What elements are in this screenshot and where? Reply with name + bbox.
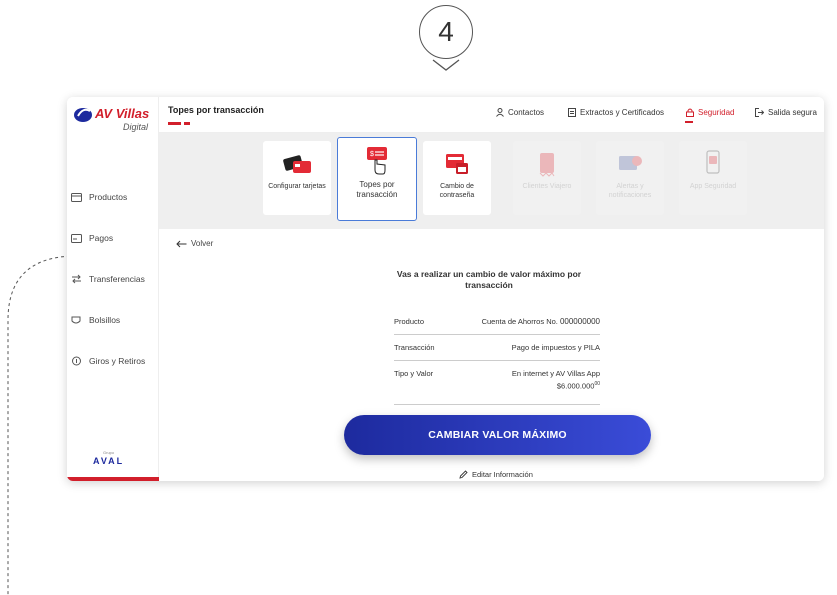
cards-config-icon bbox=[282, 151, 312, 177]
detail-value: En internet y AV Villas App bbox=[511, 369, 600, 378]
tile-label: Topes por transacción bbox=[356, 180, 398, 199]
detail-row-transaccion: Transacción Pago de impuestos y PILA bbox=[394, 335, 600, 361]
tile-label: Cambio de contraseña bbox=[439, 183, 475, 199]
payment-icon bbox=[69, 232, 83, 244]
brand-name: AV Villas bbox=[95, 106, 150, 121]
card-icon bbox=[69, 191, 83, 203]
sidebar-item-bolsillos[interactable]: Bolsillos bbox=[67, 309, 159, 331]
top-link-label: Contactos bbox=[508, 108, 545, 117]
active-link-indicator bbox=[685, 121, 693, 123]
sidebar-item-label: Giros y Retiros bbox=[89, 356, 146, 366]
aval-logo: Grupo AVAL bbox=[89, 450, 139, 467]
detail-row-producto: Producto Cuenta de Ahorros No. 000000000 bbox=[394, 309, 600, 335]
logout-icon bbox=[755, 108, 764, 117]
detail-value-prefix: Cuenta de Ahorros No. bbox=[481, 317, 560, 326]
top-link-extractos[interactable]: Extractos y Certificados bbox=[568, 108, 664, 117]
tile-app-seguridad: App Seguridad bbox=[679, 141, 747, 215]
pencil-icon bbox=[459, 470, 468, 479]
lock-icon bbox=[686, 108, 694, 117]
tile-label: Clientes Viajero bbox=[522, 183, 572, 190]
top-bar: Topes por transacción Contactos Extracto… bbox=[159, 97, 824, 133]
chevron-down-icon bbox=[432, 59, 460, 71]
security-options-strip: Configurar tarjetas $ Topes por transacc… bbox=[159, 133, 824, 229]
detail-value: Pago de impuestos y PILA bbox=[511, 343, 600, 352]
detail-row-tipo-valor: Tipo y Valor En internet y AV Villas App… bbox=[394, 361, 600, 405]
app-window: AV Villas Digital Productos Pagos Transf… bbox=[67, 97, 824, 481]
tile-topes-transaccion[interactable]: $ Topes por transacción bbox=[337, 137, 417, 221]
sidebar-item-label: Productos bbox=[89, 192, 128, 202]
brand-mark-icon bbox=[74, 108, 92, 122]
tile-alertas-notificaciones: Alertas y notificaciones bbox=[596, 141, 664, 215]
title-underline-dot bbox=[184, 122, 190, 125]
detail-key: Producto bbox=[394, 317, 425, 326]
top-link-label: Seguridad bbox=[698, 108, 735, 117]
brand-sub: Digital bbox=[123, 122, 149, 132]
amount-value: $6.000.00000 bbox=[557, 381, 600, 391]
aval-group-label: Grupo bbox=[103, 450, 115, 455]
confirmation-heading: Vas a realizar un cambio de valor máximo… bbox=[396, 269, 582, 291]
amount-main: $6.000.000 bbox=[556, 381, 595, 391]
main-content: Volver Vas a realizar un cambio de valor… bbox=[159, 229, 824, 481]
top-link-seguridad[interactable]: Seguridad bbox=[686, 108, 734, 117]
sidebar-item-label: Bolsillos bbox=[89, 315, 121, 325]
back-label: Volver bbox=[191, 239, 214, 248]
pocket-icon bbox=[69, 314, 83, 326]
person-icon bbox=[496, 108, 504, 117]
traveler-icon bbox=[537, 151, 557, 177]
tile-clientes-viajero: Clientes Viajero bbox=[513, 141, 581, 215]
app-security-icon bbox=[704, 150, 722, 177]
brand-logo[interactable]: AV Villas Digital bbox=[73, 103, 155, 137]
sidebar-item-pagos[interactable]: Pagos bbox=[67, 227, 159, 249]
transfer-icon bbox=[69, 273, 83, 285]
edit-label: Editar Información bbox=[472, 470, 533, 479]
sidebar-item-giros-retiros[interactable]: Giros y Retiros bbox=[67, 350, 159, 372]
amount-cents: 00 bbox=[594, 381, 600, 387]
sidebar-item-label: Transferencias bbox=[89, 274, 145, 284]
sidebar: AV Villas Digital Productos Pagos Transf… bbox=[67, 97, 159, 481]
svg-text:$: $ bbox=[370, 151, 374, 158]
top-link-contactos[interactable]: Contactos bbox=[496, 108, 544, 117]
page-title: Topes por transacción bbox=[168, 105, 264, 115]
transaction-limit-icon: $ bbox=[364, 147, 390, 175]
detail-key: Transacción bbox=[394, 343, 435, 352]
detail-key: Tipo y Valor bbox=[394, 369, 434, 378]
title-underline bbox=[168, 122, 181, 125]
document-icon bbox=[568, 108, 576, 117]
tile-configurar-tarjetas[interactable]: Configurar tarjetas bbox=[263, 141, 331, 215]
password-change-icon bbox=[444, 151, 470, 177]
tile-cambio-contrasena[interactable]: Cambio de contraseña bbox=[423, 141, 491, 215]
top-link-label: Extractos y Certificados bbox=[580, 108, 665, 117]
detail-value: Cuenta de Ahorros No. 000000000 bbox=[482, 317, 600, 326]
tile-label: Alertas y notificaciones bbox=[608, 183, 652, 199]
tile-label: App Seguridad bbox=[689, 183, 737, 190]
top-link-salida[interactable]: Salida segura bbox=[755, 108, 817, 117]
step-number: 4 bbox=[438, 16, 454, 47]
aval-group-name: AVAL bbox=[93, 456, 125, 466]
edit-info-link[interactable]: Editar Información bbox=[459, 470, 533, 479]
step-number-circle: 4 bbox=[419, 5, 473, 59]
tile-label: Configurar tarjetas bbox=[268, 183, 326, 190]
sidebar-item-transferencias[interactable]: Transferencias bbox=[67, 268, 159, 290]
alerts-icon bbox=[617, 151, 643, 177]
change-max-value-button[interactable]: CAMBIAR VALOR MÁXIMO bbox=[344, 415, 651, 455]
sidebar-accent-bar bbox=[67, 477, 159, 481]
back-link[interactable]: Volver bbox=[176, 239, 213, 248]
arrow-left-icon bbox=[176, 240, 187, 247]
sidebar-item-label: Pagos bbox=[89, 233, 114, 243]
top-link-label: Salida segura bbox=[768, 108, 817, 117]
account-number: 000000000 bbox=[559, 317, 600, 326]
withdraw-icon bbox=[69, 355, 83, 367]
sidebar-item-productos[interactable]: Productos bbox=[67, 186, 159, 208]
